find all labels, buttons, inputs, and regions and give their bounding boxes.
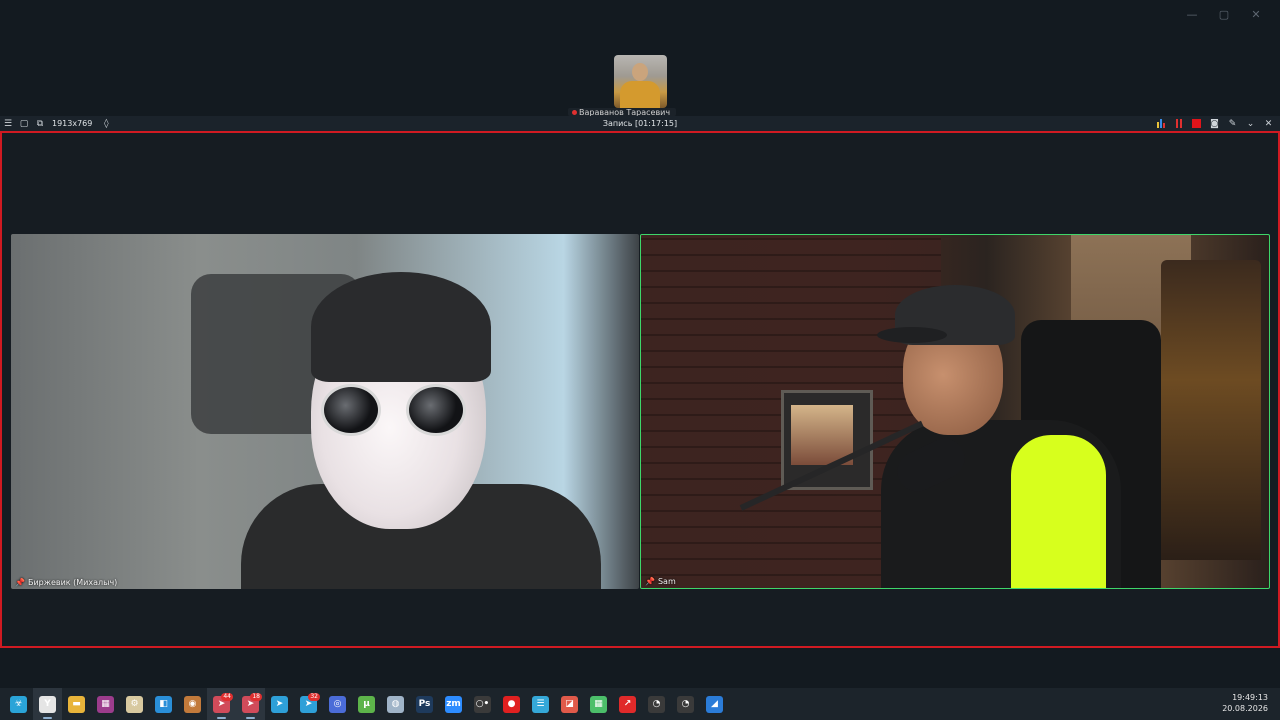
notification-badge: 32: [308, 693, 320, 701]
maximize-button[interactable]: ▢: [1208, 6, 1240, 24]
close-button[interactable]: ✕: [1240, 6, 1272, 24]
taskbar-app-utility-button[interactable]: ⚙: [120, 688, 149, 720]
recording-controls: ◙ ✎ ⌄ ✕: [1153, 116, 1276, 131]
taskbar-app-notes-button[interactable]: ☰: [526, 688, 555, 720]
taskbar-app-ring-button[interactable]: ○•: [468, 688, 497, 720]
pen-icon[interactable]: ✎: [1225, 117, 1240, 131]
participant-cap: [311, 272, 491, 382]
self-view-head: [632, 63, 648, 81]
self-view-body: [620, 81, 660, 108]
pin-icon: 📌: [15, 578, 25, 587]
clock-date: 20.08.2026: [1222, 704, 1268, 713]
app-arrow-icon: ↗: [619, 695, 636, 713]
collapse-icon[interactable]: ⌄: [1243, 117, 1258, 131]
app-red-icon: ◪: [561, 695, 578, 713]
taskbar-recorder-button[interactable]: ●: [497, 688, 526, 720]
clock-time: 19:49:13: [1232, 693, 1268, 702]
winrar-icon: ▦: [97, 695, 114, 713]
fullscreen-icon[interactable]: ▢: [16, 117, 32, 131]
taskbar-yandex-browser-button[interactable]: Y: [33, 688, 62, 720]
video-tile-participant-2[interactable]: 📌 Sam: [640, 234, 1270, 589]
taskbar-app-green-grid-button[interactable]: ▦: [584, 688, 613, 720]
taskbar-zoom-button[interactable]: zm: [439, 688, 468, 720]
yandex-browser-icon: Y: [39, 695, 56, 713]
region-select-icon[interactable]: ⧉: [32, 117, 48, 131]
taskbar-telegram-4-button[interactable]: ➤ 32: [294, 688, 323, 720]
start-biohazard-icon: ☣: [10, 695, 27, 713]
taskbar-start-biohazard-button[interactable]: ☣: [4, 688, 33, 720]
taskbar-telegram-1-button[interactable]: ➤ 44: [207, 688, 236, 720]
recording-toolbar: ☰ ▢ ⧉ 1913x769 ◊ Запись [01:17:15] ◙ ✎ ⌄…: [0, 116, 1280, 131]
minimize-button[interactable]: —: [1176, 6, 1208, 24]
mic-muted-icon: [572, 110, 577, 115]
taskbar-file-explorer-button[interactable]: ▬: [62, 688, 91, 720]
taskbar-obs-2-button[interactable]: ◔: [671, 688, 700, 720]
steam-icon: ◍: [387, 695, 404, 713]
file-explorer-icon: ▬: [68, 695, 85, 713]
self-view-name: Вараванов Тарасевич: [568, 108, 676, 116]
video-tile-participant-1[interactable]: 📌 Биржевик (Михалыч): [11, 234, 639, 589]
equalizer-icon[interactable]: [1153, 117, 1168, 131]
notification-badge: 44: [221, 693, 233, 701]
window-controls: — ▢ ✕: [1176, 6, 1272, 24]
display-cabinet: [1161, 260, 1261, 560]
taskbar-telegram-3-button[interactable]: ➤: [265, 688, 294, 720]
system-clock[interactable]: 19:49:13 20.08.2026: [1222, 692, 1268, 714]
participant-name-label: 📌 Биржевик (Михалыч): [15, 578, 117, 587]
close-recording-icon[interactable]: ✕: [1261, 117, 1276, 131]
app-blue-icon: ◧: [155, 695, 172, 713]
app-ring-icon: ○•: [474, 695, 491, 713]
self-view-name-text: Вараванов Тарасевич: [579, 108, 671, 116]
taskbar-app-circle-button[interactable]: ◎: [323, 688, 352, 720]
participant-name: Sam: [657, 577, 676, 586]
recording-title: Запись [01:17:15]: [602, 119, 678, 128]
zoom-icon: zm: [445, 695, 462, 713]
droplet-icon[interactable]: ◊: [98, 117, 114, 131]
recorder-icon: ●: [503, 695, 520, 713]
obs-2-icon: ◔: [677, 695, 694, 713]
utorrent-icon: µ: [358, 695, 375, 713]
pause-icon[interactable]: [1171, 117, 1186, 131]
app-notes-icon: ☰: [532, 695, 549, 713]
app-utility-icon: ⚙: [126, 695, 143, 713]
cap-brim: [877, 327, 947, 343]
taskbar-obs-1-button[interactable]: ◔: [642, 688, 671, 720]
pin-icon: 📌: [645, 577, 655, 586]
menu-icon[interactable]: ☰: [0, 117, 16, 131]
hi-vis-vest: [1011, 435, 1106, 588]
participant-name-label: 📌 Sam: [645, 577, 676, 586]
taskbar: ☣ Y ▬ ▦ ⚙ ◧ ◉ ➤ 44 ➤ 18 ➤ ➤ 32 ◎ µ ◍ Ps zm ○• ● ☰ ◪ ▦ ↗ ◔ ◔ ◢: [0, 688, 1280, 720]
taskbar-utorrent-button[interactable]: µ: [352, 688, 381, 720]
taskbar-app-red-button[interactable]: ◪: [555, 688, 584, 720]
sunglasses-left-lens: [321, 384, 381, 436]
self-view-thumbnail[interactable]: [614, 55, 667, 108]
taskbar-app-paint-button[interactable]: ◢: [700, 688, 729, 720]
app-paint-icon: ◢: [706, 695, 723, 713]
stop-icon[interactable]: [1189, 117, 1204, 131]
taskbar-app-globe-button[interactable]: ◉: [178, 688, 207, 720]
screen: — ▢ ✕ Вараванов Тарасевич ☰ ▢ ⧉ 1913x769…: [0, 0, 1280, 720]
taskbar-photoshop-button[interactable]: Ps: [410, 688, 439, 720]
taskbar-telegram-2-button[interactable]: ➤ 18: [236, 688, 265, 720]
taskbar-app-arrow-button[interactable]: ↗: [613, 688, 642, 720]
app-green-grid-icon: ▦: [590, 695, 607, 713]
sunglasses-right-lens: [406, 384, 466, 436]
obs-1-icon: ◔: [648, 695, 665, 713]
notification-badge: 18: [250, 693, 262, 701]
participant-name: Биржевик (Михалыч): [27, 578, 118, 587]
camera-icon[interactable]: ◙: [1207, 117, 1222, 131]
telegram-3-icon: ➤: [271, 695, 288, 713]
app-circle-icon: ◎: [329, 695, 346, 713]
resolution-label: 1913x769: [52, 119, 93, 128]
taskbar-steam-button[interactable]: ◍: [381, 688, 410, 720]
taskbar-winrar-button[interactable]: ▦: [91, 688, 120, 720]
taskbar-app-blue-button[interactable]: ◧: [149, 688, 178, 720]
app-globe-icon: ◉: [184, 695, 201, 713]
photoshop-icon: Ps: [416, 695, 433, 713]
